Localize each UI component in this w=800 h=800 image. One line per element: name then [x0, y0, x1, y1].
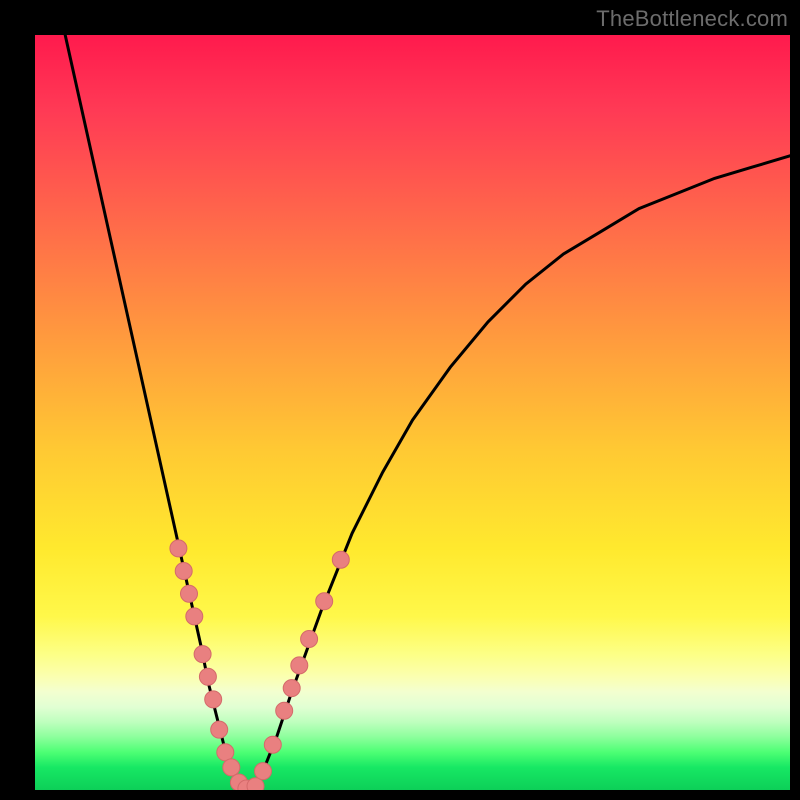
- data-marker: [175, 563, 192, 580]
- plot-area: [35, 35, 790, 790]
- data-marker: [223, 759, 240, 776]
- chart-frame: TheBottleneck.com: [0, 0, 800, 800]
- data-marker: [217, 744, 234, 761]
- data-marker: [283, 680, 300, 697]
- data-marker: [291, 657, 308, 674]
- data-marker: [301, 631, 318, 648]
- data-marker: [211, 721, 228, 738]
- data-marker: [205, 691, 222, 708]
- data-marker: [264, 736, 281, 753]
- data-marker: [181, 585, 198, 602]
- data-marker: [186, 608, 203, 625]
- data-markers: [170, 540, 349, 790]
- data-marker: [332, 551, 349, 568]
- data-marker: [316, 593, 333, 610]
- curve-path: [65, 35, 790, 790]
- data-marker: [170, 540, 187, 557]
- data-marker: [194, 646, 211, 663]
- watermark-text: TheBottleneck.com: [596, 6, 788, 32]
- data-marker: [255, 763, 272, 780]
- data-marker: [276, 702, 293, 719]
- chart-svg: [35, 35, 790, 790]
- bottleneck-curve: [65, 35, 790, 790]
- data-marker: [199, 668, 216, 685]
